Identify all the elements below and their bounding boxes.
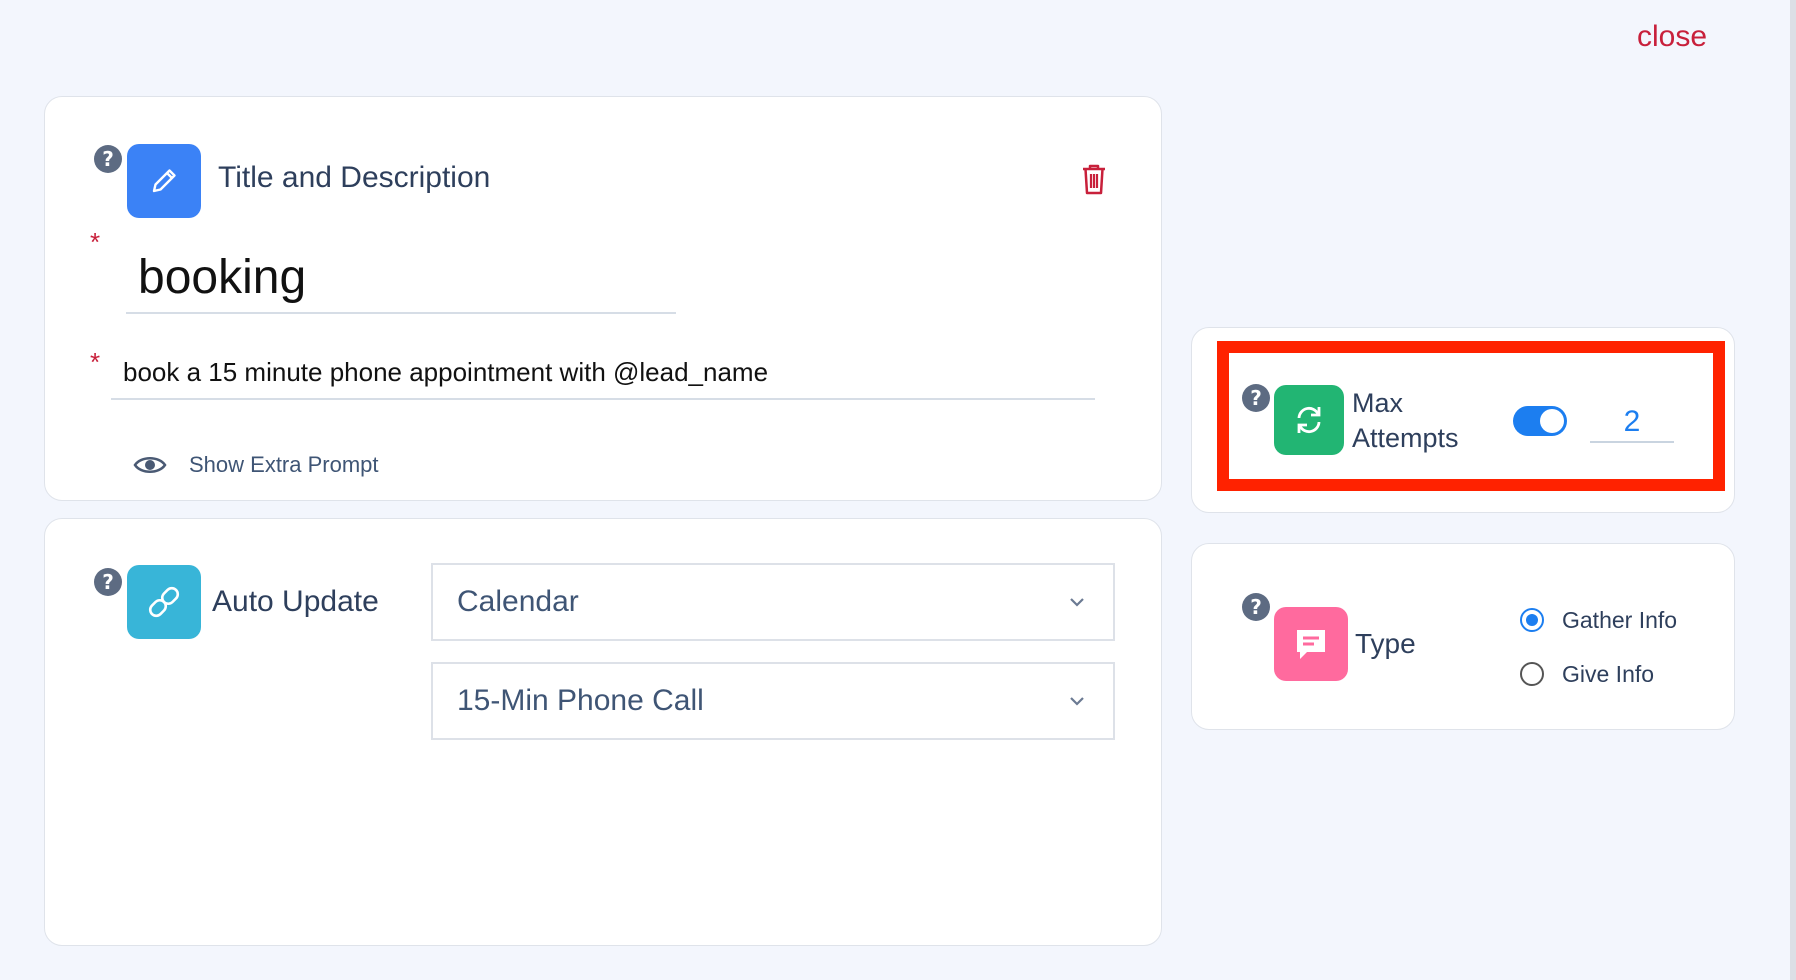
title-line-1: Max — [1352, 388, 1404, 418]
description-input[interactable]: book a 15 minute phone appointment with … — [111, 354, 1095, 400]
toggle-knob — [1540, 409, 1564, 433]
help-icon[interactable]: ? — [94, 568, 122, 596]
max-attempts-value: 2 — [1623, 405, 1641, 438]
trash-icon[interactable] — [1081, 163, 1107, 195]
show-extra-prompt-toggle[interactable]: Show Extra Prompt — [133, 447, 379, 483]
chevron-down-icon — [1070, 598, 1084, 607]
calendar-select-value: Calendar — [457, 585, 579, 618]
chevron-down-icon — [1070, 697, 1084, 706]
pencil-icon — [127, 144, 201, 218]
description-value: book a 15 minute phone appointment with … — [123, 357, 769, 387]
chat-icon — [1274, 607, 1348, 681]
link-icon — [127, 565, 201, 639]
title-description-card: ? Title and Description * booking * book… — [44, 96, 1162, 501]
calendar-select[interactable]: Calendar — [431, 563, 1115, 641]
section-title: Auto Update — [212, 585, 379, 618]
event-select-value: 15-Min Phone Call — [457, 684, 704, 717]
option-label: Gather Info — [1562, 606, 1678, 633]
help-icon[interactable]: ? — [94, 145, 122, 173]
auto-update-card: ? Auto Update Calendar 15-Min Phone Call — [44, 518, 1162, 946]
type-card: ? Type Gather Info Give Info — [1191, 543, 1735, 730]
help-icon[interactable]: ? — [1242, 384, 1270, 412]
section-title: Max Attempts — [1352, 386, 1459, 456]
refresh-icon — [1274, 385, 1344, 455]
name-input[interactable]: booking — [126, 247, 676, 314]
extra-prompt-label: Show Extra Prompt — [189, 452, 379, 477]
radio-selected-indicator — [1520, 608, 1544, 632]
eye-icon — [133, 457, 167, 473]
required-mark: * — [90, 347, 101, 377]
section-title: Type — [1355, 628, 1416, 659]
name-value: booking — [138, 251, 307, 304]
close-button[interactable]: close — [1637, 20, 1707, 54]
title-line-2: Attempts — [1352, 423, 1459, 453]
event-select[interactable]: 15-Min Phone Call — [431, 662, 1115, 740]
radio-give-info[interactable]: Give Info — [1520, 656, 1654, 692]
option-label: Give Info — [1562, 660, 1655, 687]
help-icon[interactable]: ? — [1242, 593, 1270, 621]
required-mark: * — [90, 227, 101, 257]
radio-gather-info[interactable]: Gather Info — [1520, 602, 1677, 638]
max-attempts-toggle[interactable] — [1513, 406, 1567, 436]
page-scrollbar[interactable] — [1790, 0, 1796, 980]
section-title: Title and Description — [218, 161, 491, 194]
radio-unselected-indicator — [1520, 662, 1544, 686]
max-attempts-card: ? Max Attempts 2 — [1191, 327, 1735, 513]
max-attempts-input[interactable]: 2 — [1590, 400, 1674, 443]
